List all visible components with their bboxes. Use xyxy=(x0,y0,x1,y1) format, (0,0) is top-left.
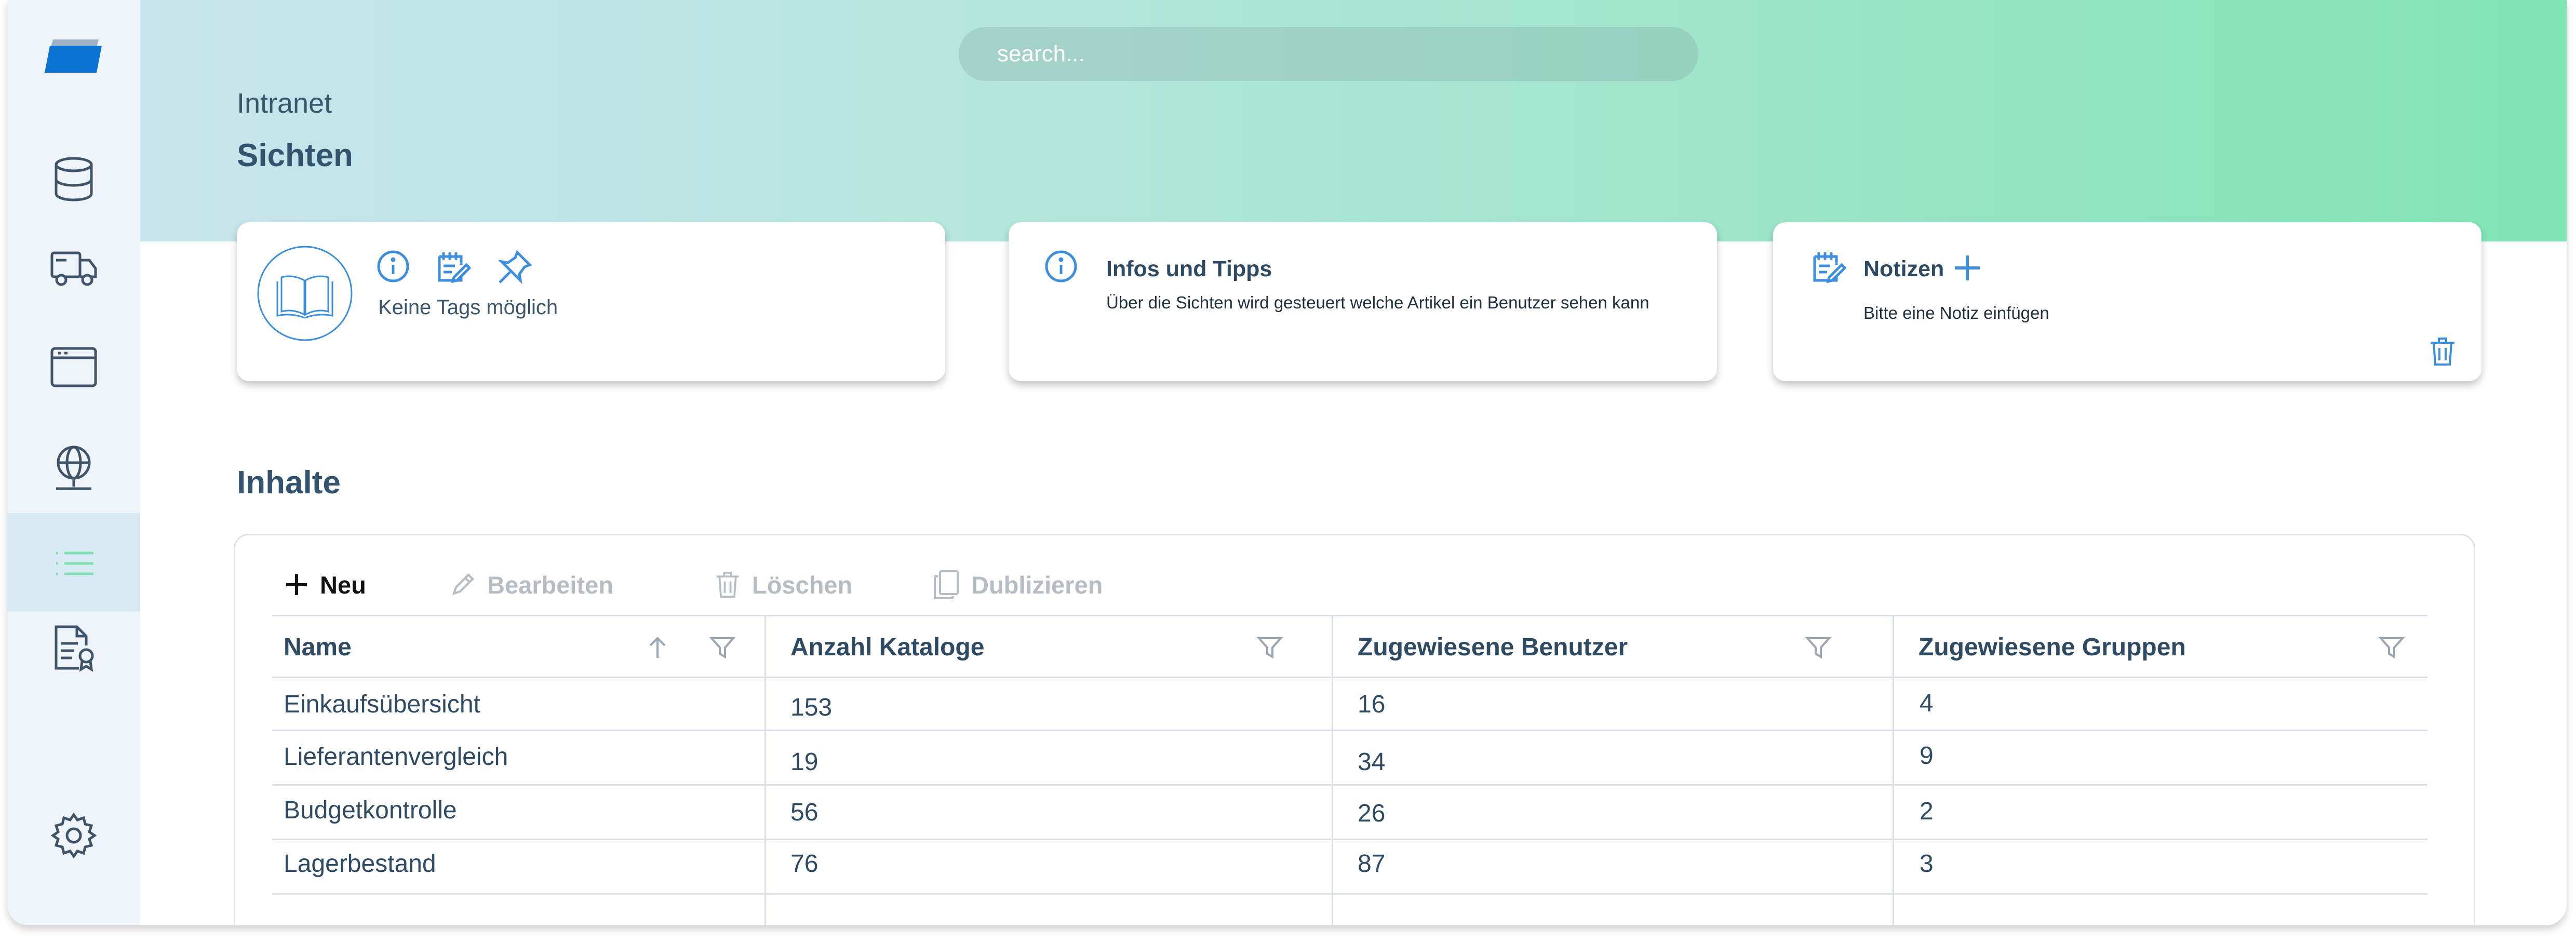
pencil-icon xyxy=(452,573,474,596)
duplicate-button-label: Dublizieren xyxy=(971,571,1103,599)
table-header-row: Name Anzahl Kataloge Zugewiesene Benutze… xyxy=(272,615,2427,678)
notes-text: Bitte eine Notiz einfügen xyxy=(1863,303,2049,322)
breadcrumb[interactable]: Intranet xyxy=(237,87,332,119)
tags-card: Keine Tags möglich xyxy=(237,222,945,381)
cell-catalogs: 76 xyxy=(790,850,819,878)
cell-groups: 3 xyxy=(1920,850,1934,878)
delete-button[interactable]: Löschen xyxy=(715,566,852,603)
column-divider xyxy=(1893,615,1894,925)
sidebar-item-views[interactable] xyxy=(7,513,140,612)
globe-network-icon xyxy=(56,446,91,490)
column-header-groups[interactable]: Zugewiesene Gruppen xyxy=(1918,633,2186,662)
cell-groups: 9 xyxy=(1920,742,1934,770)
cell-users: 87 xyxy=(1358,850,1386,878)
sidebar-item-settings[interactable] xyxy=(7,786,140,885)
plus-icon xyxy=(286,574,307,595)
gear-icon xyxy=(50,812,97,859)
duplicate-button[interactable]: Dublizieren xyxy=(933,566,1103,603)
copy-icon xyxy=(934,570,959,599)
list-icon xyxy=(56,551,93,575)
sidebar-item-browser[interactable] xyxy=(7,318,140,416)
info-title: Infos und Tipps xyxy=(1106,257,1272,281)
filter-icon[interactable] xyxy=(2379,635,2405,660)
app-window: search... Intranet Sichten Keine Tags mö… xyxy=(7,0,2567,925)
info-icon xyxy=(1045,250,1077,282)
table-row[interactable]: Budgetkontrolle 56 26 2 xyxy=(272,786,2427,840)
cell-catalogs: 56 xyxy=(790,799,819,826)
column-divider xyxy=(1332,615,1333,925)
column-divider xyxy=(764,615,766,925)
notepad-edit-icon xyxy=(1813,252,1846,284)
cell-catalogs: 153 xyxy=(790,694,833,721)
delete-button-label: Löschen xyxy=(752,571,853,599)
cell-users: 26 xyxy=(1358,800,1386,827)
cell-groups: 2 xyxy=(1920,798,1934,825)
section-title: Inhalte xyxy=(237,465,341,501)
sort-ascending-icon[interactable] xyxy=(646,635,669,660)
notepad-edit-icon[interactable] xyxy=(435,249,471,285)
cell-name: Lagerbestand xyxy=(284,850,436,878)
cell-users: 16 xyxy=(1358,691,1386,718)
table-row[interactable]: Lagerbestand 76 87 3 xyxy=(272,840,2427,895)
add-note-icon[interactable] xyxy=(1953,253,1982,282)
filter-icon[interactable] xyxy=(1805,635,1831,660)
cell-users: 34 xyxy=(1358,748,1386,776)
trash-icon[interactable] xyxy=(2429,336,2457,367)
cell-catalogs: 19 xyxy=(790,748,819,776)
table-row[interactable]: Einkaufsübersicht 153 16 4 xyxy=(272,677,2427,731)
column-header-catalogs[interactable]: Anzahl Kataloge xyxy=(790,633,984,662)
database-icon xyxy=(55,157,93,201)
logo xyxy=(45,39,102,73)
column-header-name[interactable]: Name xyxy=(284,633,352,662)
document-certificate-icon xyxy=(55,625,94,672)
edit-button-label: Bearbeiten xyxy=(487,571,613,599)
column-header-users[interactable]: Zugewiesene Benutzer xyxy=(1358,633,1628,662)
cell-name: Einkaufsübersicht xyxy=(284,691,480,718)
sidebar-item-documents[interactable] xyxy=(7,598,140,697)
notes-card: Notizen Bitte eine Notiz einfügen xyxy=(1773,222,2481,381)
tags-label: Keine Tags möglich xyxy=(378,296,558,319)
info-icon[interactable] xyxy=(376,249,410,284)
new-button[interactable]: Neu xyxy=(285,566,366,603)
notes-title: Notizen xyxy=(1863,257,1944,281)
filter-icon[interactable] xyxy=(709,635,735,660)
book-icon xyxy=(257,246,353,341)
search-input[interactable]: search... xyxy=(959,27,1698,81)
sidebar-item-delivery[interactable] xyxy=(7,218,140,317)
cell-groups: 4 xyxy=(1920,690,1934,717)
table-row[interactable]: Lieferantenvergleich 19 34 9 xyxy=(272,731,2427,786)
info-card: Infos und Tipps Über die Sichten wird ge… xyxy=(1009,222,1717,381)
trash-icon xyxy=(716,572,739,598)
page-title: Sichten xyxy=(237,138,353,173)
sidebar-item-database[interactable] xyxy=(7,130,140,228)
new-button-label: Neu xyxy=(320,571,366,599)
filter-icon[interactable] xyxy=(1257,635,1283,660)
cell-name: Budgetkontrolle xyxy=(284,797,457,824)
pin-icon[interactable] xyxy=(497,249,533,286)
sidebar xyxy=(7,0,140,925)
truck-icon xyxy=(50,251,97,286)
edit-button[interactable]: Bearbeiten xyxy=(450,566,613,603)
browser-window-icon xyxy=(50,347,97,387)
sidebar-item-network[interactable] xyxy=(7,419,140,517)
cell-name: Lieferantenvergleich xyxy=(284,743,508,771)
info-text: Über die Sichten wird gesteuert welche A… xyxy=(1106,293,1649,312)
